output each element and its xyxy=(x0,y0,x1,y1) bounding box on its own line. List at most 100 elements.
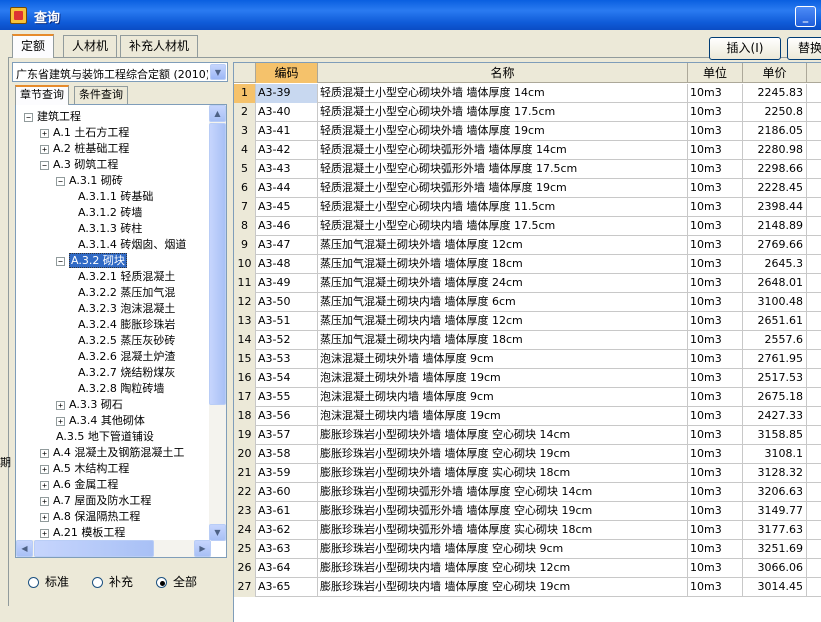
cell-unit[interactable]: 10m3 xyxy=(688,84,743,103)
row-number[interactable]: 19 xyxy=(234,426,256,445)
cell-price[interactable]: 3149.77 xyxy=(743,502,807,521)
row-number[interactable]: 11 xyxy=(234,274,256,293)
table-row[interactable]: 11 A3-49 蒸压加气混凝土砌块外墙 墙体厚度 24cm 10m3 2648.01 xyxy=(234,274,821,293)
tree-item[interactable]: A.3.1.2 砖墙 xyxy=(78,205,142,221)
row-number[interactable]: 22 xyxy=(234,483,256,502)
cell-unit[interactable]: 10m3 xyxy=(688,350,743,369)
tree-item[interactable]: + A.7 屋面及防水工程 xyxy=(40,493,151,509)
cell-unit[interactable]: 10m3 xyxy=(688,160,743,179)
cell-price[interactable]: 2675.18 xyxy=(743,388,807,407)
cell-price[interactable]: 2645.3 xyxy=(743,255,807,274)
tree-item[interactable]: + A.2 桩基础工程 xyxy=(40,141,129,157)
table-row[interactable]: 3 A3-41 轻质混凝土小型空心砌块外墙 墙体厚度 19cm 10m3 2186.05 xyxy=(234,122,821,141)
table-row[interactable]: 19 A3-57 膨胀珍珠岩小型砌块外墙 墙体厚度 空心砌块 14cm 10m3 315… xyxy=(234,426,821,445)
cell-name[interactable]: 轻质混凝土小型空心砌块外墙 墙体厚度 17.5cm xyxy=(318,103,688,122)
cell-unit[interactable]: 10m3 xyxy=(688,255,743,274)
row-number[interactable]: 17 xyxy=(234,388,256,407)
cell-price[interactable]: 3177.63 xyxy=(743,521,807,540)
tab-labor-material[interactable]: 人材机 xyxy=(63,35,118,57)
header-code[interactable]: 编码 xyxy=(256,63,318,83)
cell-code[interactable]: A3-42 xyxy=(256,141,318,160)
expand-icon[interactable]: + xyxy=(40,496,49,506)
collapse-icon[interactable]: − xyxy=(56,176,65,186)
cell-unit[interactable]: 10m3 xyxy=(688,540,743,559)
header-price[interactable]: 单价 xyxy=(743,63,807,83)
tree-item[interactable]: + A.8 保温隔热工程 xyxy=(40,509,140,525)
cell-name[interactable]: 轻质混凝土小型空心砌块内墙 墙体厚度 11.5cm xyxy=(318,198,688,217)
cell-code[interactable]: A3-65 xyxy=(256,578,318,597)
cell-code[interactable]: A3-56 xyxy=(256,407,318,426)
cell-unit[interactable]: 10m3 xyxy=(688,483,743,502)
table-row[interactable]: 8 A3-46 轻质混凝土小型空心砌块内墙 墙体厚度 17.5cm 10m3 2148.… xyxy=(234,217,821,236)
expand-icon[interactable]: + xyxy=(40,528,49,538)
tree-item[interactable]: A.3.2.4 膨胀珍珠岩 xyxy=(78,317,175,333)
cell-price[interactable]: 3128.32 xyxy=(743,464,807,483)
table-row[interactable]: 17 A3-55 泡沫混凝土砌块内墙 墙体厚度 9cm 10m3 2675.18 xyxy=(234,388,821,407)
insert-button[interactable]: 插入(I) xyxy=(709,37,781,60)
tab-condition-query[interactable]: 条件查询 xyxy=(74,86,128,104)
tab-supplement-material[interactable]: 补充人材机 xyxy=(120,35,199,57)
cell-unit[interactable]: 10m3 xyxy=(688,407,743,426)
tree-item[interactable]: + A.21 模板工程 xyxy=(40,525,125,541)
table-row[interactable]: 23 A3-61 膨胀珍珠岩小型砌块弧形外墙 墙体厚度 空心砌块 19cm 10m3 3… xyxy=(234,502,821,521)
tree-item[interactable]: + A.3.3 砌石 xyxy=(56,397,123,413)
cell-code[interactable]: A3-58 xyxy=(256,445,318,464)
cell-price[interactable]: 3251.69 xyxy=(743,540,807,559)
scroll-down-icon[interactable]: ▼ xyxy=(209,524,226,541)
tree-horizontal-scrollbar[interactable]: ◀ ▶ xyxy=(16,540,211,557)
tree-item[interactable]: + A.5 木结构工程 xyxy=(40,461,129,477)
cell-unit[interactable]: 10m3 xyxy=(688,274,743,293)
scroll-up-icon[interactable]: ▲ xyxy=(209,105,226,122)
collapse-icon[interactable]: − xyxy=(40,160,49,170)
tree-item[interactable]: A.3.5 地下管道铺设 xyxy=(56,429,154,445)
expand-icon[interactable]: + xyxy=(56,416,65,426)
row-number[interactable]: 4 xyxy=(234,141,256,160)
table-row[interactable]: 15 A3-53 泡沫混凝土砌块外墙 墙体厚度 9cm 10m3 2761.95 xyxy=(234,350,821,369)
row-number[interactable]: 10 xyxy=(234,255,256,274)
cell-name[interactable]: 轻质混凝土小型空心砌块外墙 墙体厚度 19cm xyxy=(318,122,688,141)
cell-unit[interactable]: 10m3 xyxy=(688,198,743,217)
cell-name[interactable]: 蒸压加气混凝土砌块内墙 墙体厚度 6cm xyxy=(318,293,688,312)
tree-item[interactable]: A.3.1.3 砖柱 xyxy=(78,221,142,237)
radio-supplement-circle[interactable] xyxy=(92,577,103,588)
cell-unit[interactable]: 10m3 xyxy=(688,578,743,597)
row-number[interactable]: 12 xyxy=(234,293,256,312)
cell-name[interactable]: 膨胀珍珠岩小型砌块弧形外墙 墙体厚度 空心砌块 14cm xyxy=(318,483,688,502)
table-row[interactable]: 26 A3-64 膨胀珍珠岩小型砌块内墙 墙体厚度 空心砌块 12cm 10m3 306… xyxy=(234,559,821,578)
header-name[interactable]: 名称 xyxy=(318,63,688,83)
cell-name[interactable]: 膨胀珍珠岩小型砌块弧形外墙 墙体厚度 空心砌块 19cm xyxy=(318,502,688,521)
cell-name[interactable]: 膨胀珍珠岩小型砌块外墙 墙体厚度 空心砌块 19cm xyxy=(318,445,688,464)
tree-item[interactable]: A.3.2.1 轻质混凝土 xyxy=(78,269,175,285)
table-row[interactable]: 12 A3-50 蒸压加气混凝土砌块内墙 墙体厚度 6cm 10m3 3100.48 xyxy=(234,293,821,312)
expand-icon[interactable]: + xyxy=(40,512,49,522)
radio-standard-circle[interactable] xyxy=(28,577,39,588)
chevron-down-icon[interactable]: ▼ xyxy=(210,64,226,80)
cell-name[interactable]: 膨胀珍珠岩小型砌块外墙 墙体厚度 空心砌块 14cm xyxy=(318,426,688,445)
tab-quota[interactable]: 定额 xyxy=(12,34,55,58)
row-number[interactable]: 20 xyxy=(234,445,256,464)
cell-name[interactable]: 泡沫混凝土砌块外墙 墙体厚度 9cm xyxy=(318,350,688,369)
cell-unit[interactable]: 10m3 xyxy=(688,559,743,578)
tree-vertical-scrollbar[interactable]: ▲ ▼ xyxy=(209,105,226,541)
cell-code[interactable]: A3-46 xyxy=(256,217,318,236)
cell-code[interactable]: A3-64 xyxy=(256,559,318,578)
cell-name[interactable]: 轻质混凝土小型空心砌块弧形外墙 墙体厚度 19cm xyxy=(318,179,688,198)
cell-price[interactable]: 2280.98 xyxy=(743,141,807,160)
row-number[interactable]: 13 xyxy=(234,312,256,331)
table-row[interactable]: 25 A3-63 膨胀珍珠岩小型砌块内墙 墙体厚度 空心砌块 9cm 10m3 3251… xyxy=(234,540,821,559)
replace-button[interactable]: 替换 xyxy=(787,37,821,60)
tree-item[interactable]: A.3.2.6 混凝土炉渣 xyxy=(78,349,175,365)
cell-code[interactable]: A3-44 xyxy=(256,179,318,198)
expand-icon[interactable]: + xyxy=(40,464,49,474)
cell-code[interactable]: A3-45 xyxy=(256,198,318,217)
cell-name[interactable]: 膨胀珍珠岩小型砌块弧形外墙 墙体厚度 实心砌块 18cm xyxy=(318,521,688,540)
tree-item[interactable]: A.3.2.8 陶粒砖墙 xyxy=(78,381,164,397)
cell-code[interactable]: A3-39 xyxy=(256,84,318,103)
table-row[interactable]: 16 A3-54 泡沫混凝土砌块外墙 墙体厚度 19cm 10m3 2517.53 xyxy=(234,369,821,388)
cell-price[interactable]: 3014.45 xyxy=(743,578,807,597)
table-row[interactable]: 13 A3-51 蒸压加气混凝土砌块内墙 墙体厚度 12cm 10m3 2651.61 xyxy=(234,312,821,331)
scroll-right-icon[interactable]: ▶ xyxy=(194,540,211,557)
row-number[interactable]: 26 xyxy=(234,559,256,578)
cell-code[interactable]: A3-52 xyxy=(256,331,318,350)
table-row[interactable]: 27 A3-65 膨胀珍珠岩小型砌块内墙 墙体厚度 空心砌块 19cm 10m3 301… xyxy=(234,578,821,597)
